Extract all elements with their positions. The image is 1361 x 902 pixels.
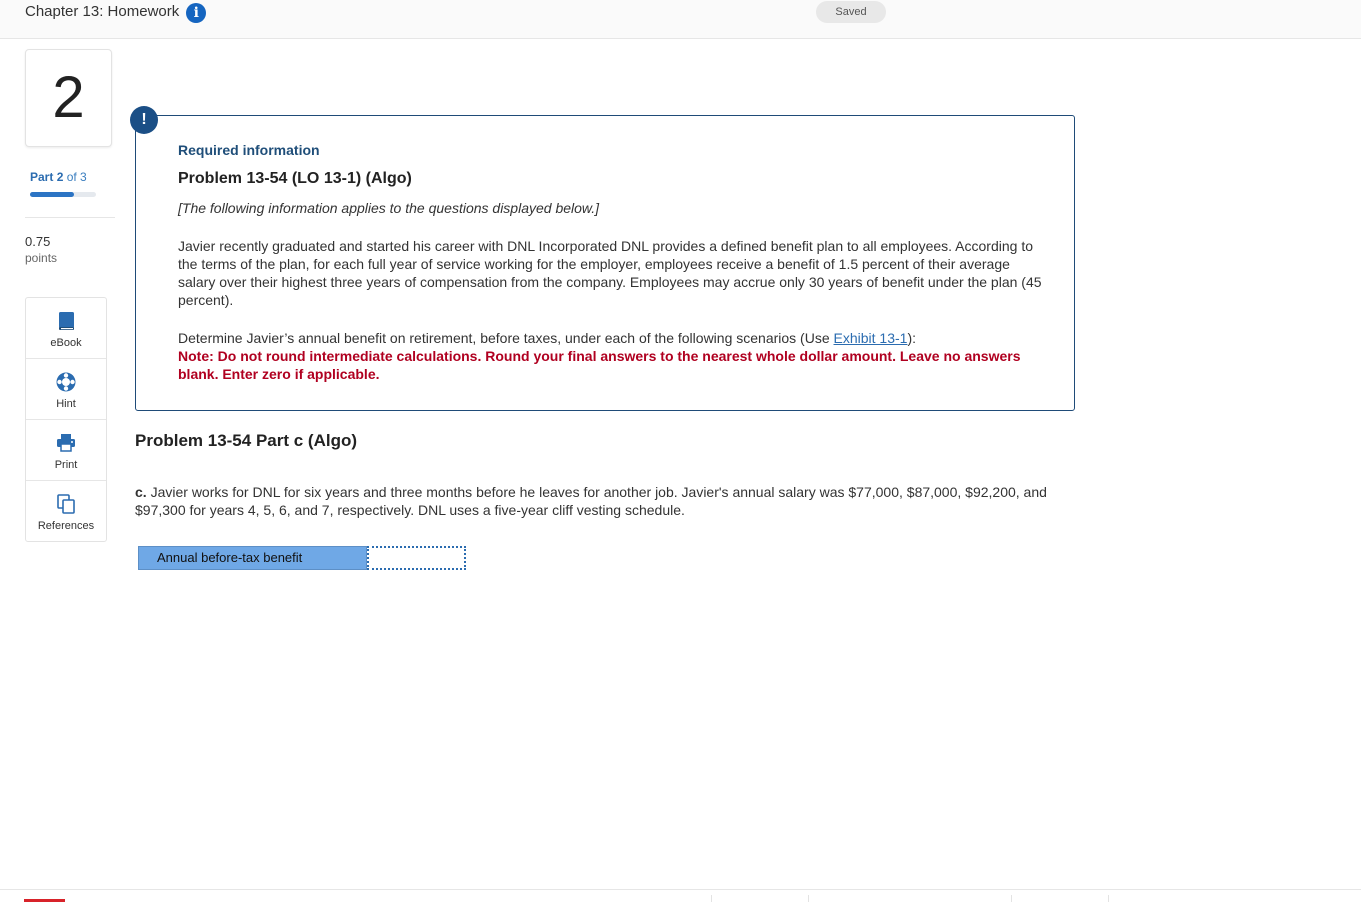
part-c-label: c. (135, 484, 147, 500)
alert-icon: ! (130, 106, 158, 134)
footer-tick (808, 895, 809, 902)
footer-divider (0, 889, 1361, 890)
points-label: points (25, 251, 58, 265)
problem-title: Problem 13-54 (LO 13-1) (Algo) (178, 170, 412, 187)
top-bar: Chapter 13: Homework i Saved (0, 0, 1361, 39)
question-number-box: 2 (25, 49, 112, 147)
lifebuoy-icon (56, 372, 76, 392)
required-info-title: Required information (178, 142, 320, 158)
references-label: References (37, 520, 95, 532)
part-c-text: Javier works for DNL for six years and t… (135, 484, 1047, 518)
part-progress-bar (30, 192, 96, 197)
rounding-warning: Note: Do not round intermediate calculat… (178, 348, 1021, 382)
footer-tick (1011, 895, 1012, 902)
hint-button[interactable]: Hint (26, 359, 106, 420)
part-current: 2 (56, 170, 64, 184)
copy-icon (57, 494, 75, 514)
footer-tick (711, 895, 712, 902)
points-value: 0.75 (25, 234, 51, 249)
ebook-button[interactable]: eBook (26, 298, 106, 359)
part-title: Problem 13-54 Part c (Algo) (135, 431, 358, 450)
sidebar-divider (25, 217, 115, 218)
info-note: [The following information applies to th… (178, 200, 600, 216)
saved-status-badge: Saved (816, 1, 886, 23)
print-button[interactable]: Print (26, 420, 106, 481)
instructions: Determine Javier’s annual benefit on ret… (178, 329, 1048, 383)
part-suffix: of 3 (66, 170, 87, 184)
determine-close: ): (907, 330, 917, 346)
required-information-box: Required information Problem 13-54 (LO 1… (135, 115, 1075, 411)
assignment-title-text: Chapter 13: Homework (25, 3, 180, 20)
exhibit-link[interactable]: Exhibit 13-1 (834, 330, 908, 346)
info-icon[interactable]: i (186, 3, 207, 23)
printer-icon (57, 434, 75, 452)
answer-label: Annual before-tax benefit (138, 546, 367, 570)
determine-text: Determine Javier’s annual benefit on ret… (178, 330, 834, 346)
answer-row: Annual before-tax benefit (138, 546, 466, 570)
problem-description: Javier recently graduated and started hi… (178, 238, 1042, 308)
hint-label: Hint (56, 398, 76, 410)
assignment-title: Chapter 13: Homework i (25, 3, 207, 23)
question-number: 2 (52, 65, 85, 130)
print-label: Print (54, 459, 78, 471)
ebook-label: eBook (50, 337, 82, 349)
part-progress-fill (30, 192, 75, 197)
book-icon (59, 312, 74, 330)
annual-benefit-input[interactable] (367, 546, 466, 570)
footer-tick (1108, 895, 1109, 902)
part-c-question: c. Javier works for DNL for six years an… (135, 483, 1075, 519)
part-prefix: Part (30, 170, 54, 184)
part-indicator: Part 2 of 3 (30, 170, 87, 184)
tool-panel: eBook Hint Print References (25, 297, 107, 542)
references-button[interactable]: References (26, 481, 106, 542)
